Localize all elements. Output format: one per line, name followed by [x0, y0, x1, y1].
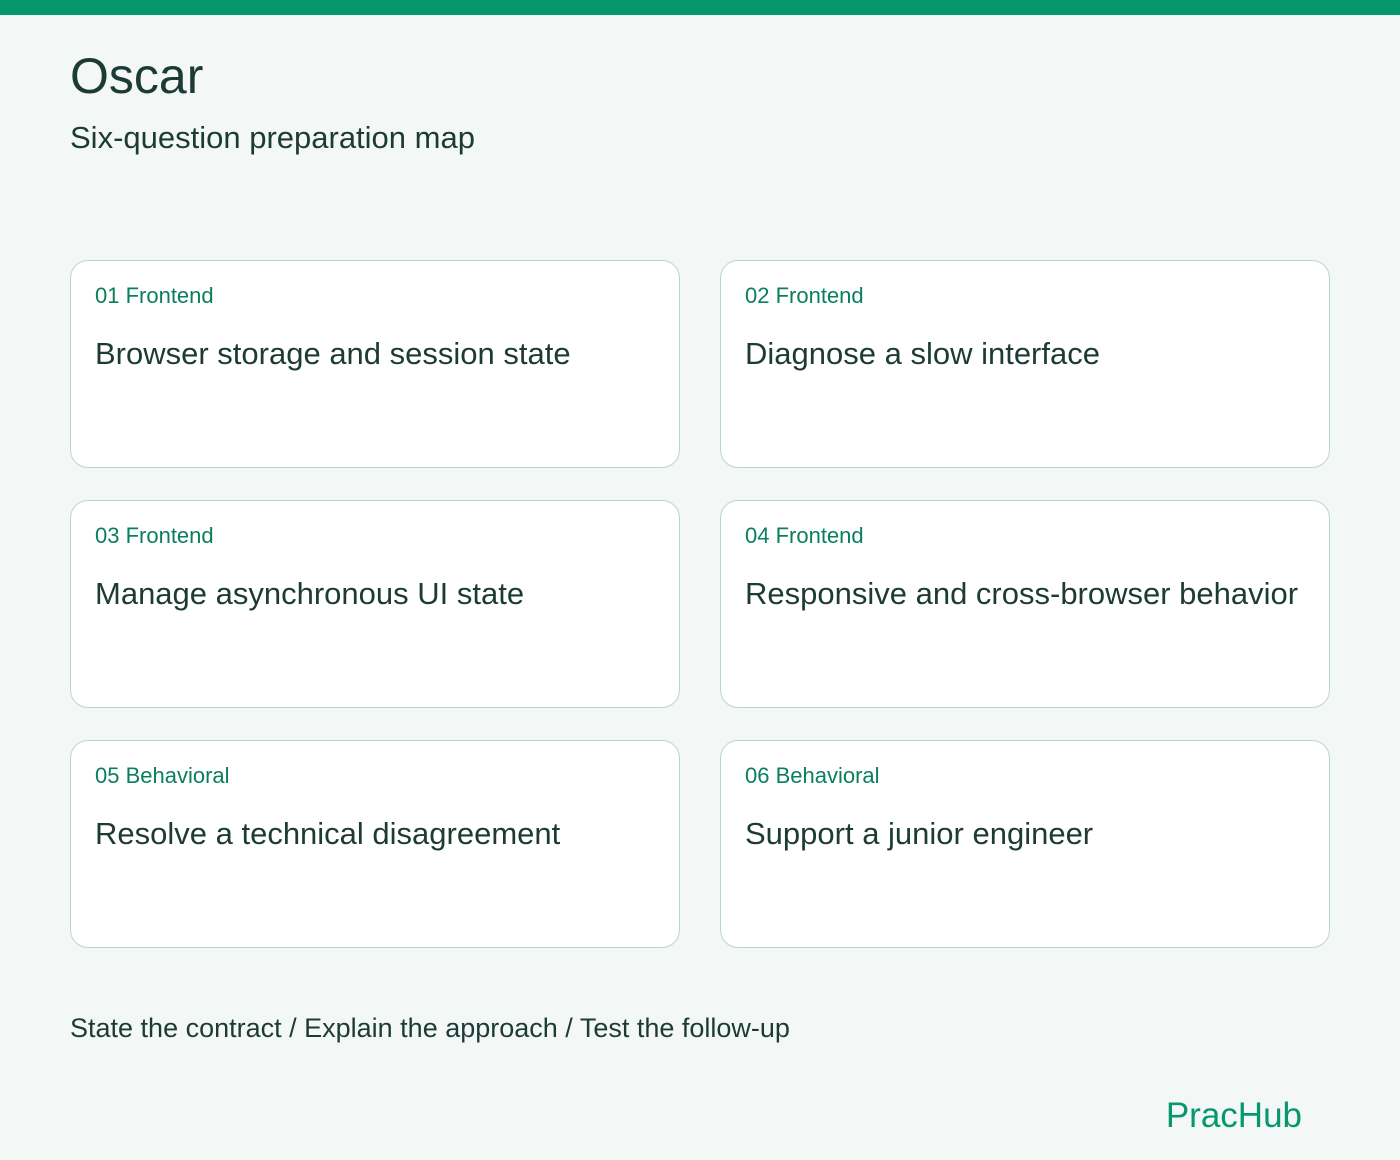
question-card-1[interactable]: 01 Frontend Browser storage and session … [70, 260, 680, 468]
question-card-5[interactable]: 05 Behavioral Resolve a technical disagr… [70, 740, 680, 948]
page-title: Oscar [70, 48, 204, 104]
question-card-2[interactable]: 02 Frontend Diagnose a slow interface [720, 260, 1330, 468]
question-card-3[interactable]: 03 Frontend Manage asynchronous UI state [70, 500, 680, 708]
question-title: Responsive and cross-browser behavior [745, 576, 1299, 611]
brand-logo-text: PracHub [1165, 1096, 1302, 1135]
question-tag: 05 Behavioral [95, 763, 230, 788]
preparation-steps: State the contract / Explain the approac… [70, 1013, 790, 1043]
question-tag: 06 Behavioral [745, 763, 880, 788]
question-title: Browser storage and session state [95, 336, 571, 371]
question-card-4[interactable]: 04 Frontend Responsive and cross-browser… [720, 500, 1330, 708]
question-title: Manage asynchronous UI state [95, 576, 525, 611]
question-tag: 03 Frontend [95, 523, 214, 548]
question-title: Support a junior engineer [745, 816, 1094, 851]
question-card-6[interactable]: 06 Behavioral Support a junior engineer [720, 740, 1330, 948]
top-accent-bar [0, 0, 1400, 15]
question-title: Resolve a technical disagreement [95, 816, 561, 851]
question-grid: 01 Frontend Browser storage and session … [70, 260, 1330, 948]
question-tag: 01 Frontend [95, 283, 214, 308]
page-subtitle: Six-question preparation map [70, 120, 475, 155]
question-tag: 02 Frontend [745, 283, 864, 308]
question-title: Diagnose a slow interface [745, 336, 1100, 371]
question-tag: 04 Frontend [745, 523, 864, 548]
